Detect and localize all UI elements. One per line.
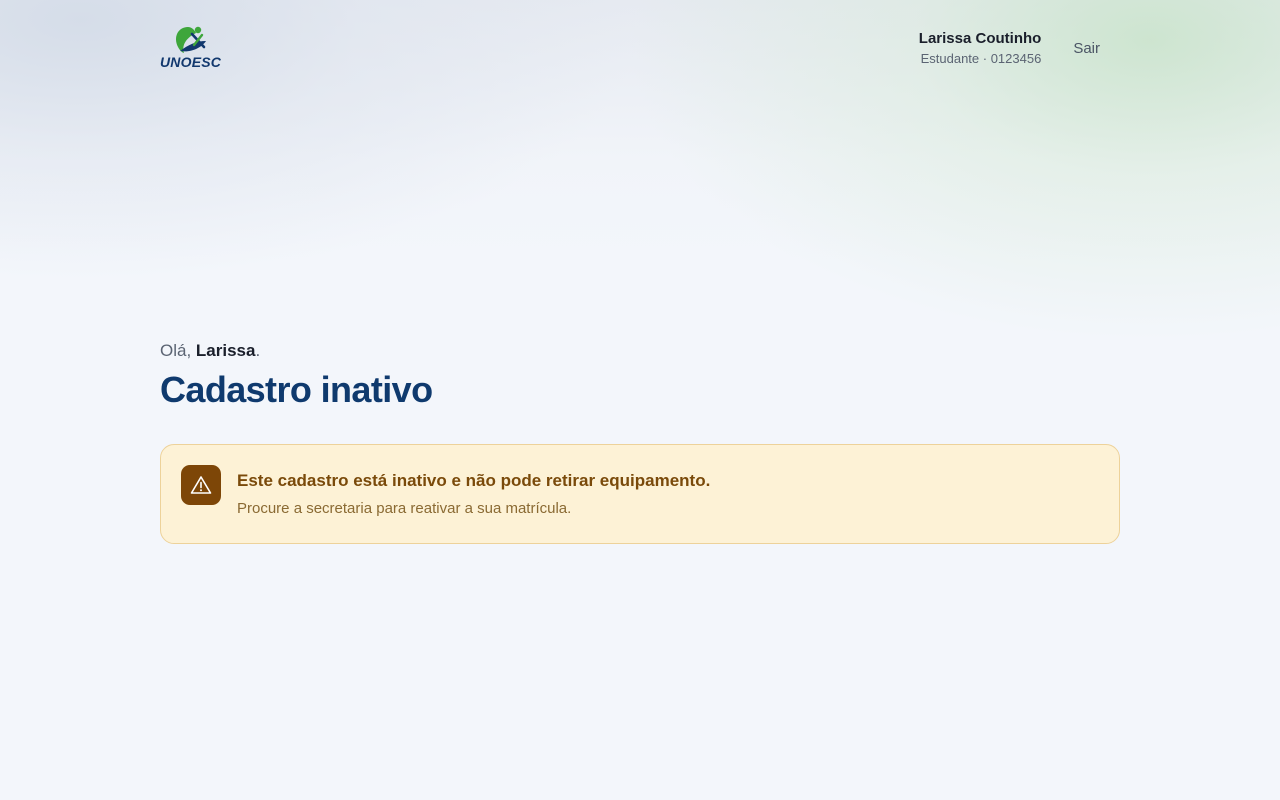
brand-wordmark: UNOESC — [160, 54, 222, 70]
warning-triangle-icon — [181, 465, 221, 505]
alert-body: Este cadastro está inativo e não pode re… — [237, 465, 710, 519]
user-name: Larissa Coutinho — [918, 29, 1042, 47]
page-container: UNOESC Larissa Coutinho Estudante · 0123… — [160, 0, 1120, 544]
top-header: UNOESC Larissa Coutinho Estudante · 0123… — [160, 0, 1120, 96]
greeting: Olá, Larissa. — [160, 340, 1120, 362]
user-area: Larissa Coutinho Estudante · 0123456 Sai… — [919, 29, 1100, 68]
page-title: Cadastro inativo — [160, 369, 433, 410]
brand-logo[interactable]: UNOESC — [160, 25, 221, 69]
greeting-suffix: . — [255, 341, 261, 360]
user-role-id: Estudante · 0123456 — [920, 50, 1042, 66]
inactive-alert: Este cadastro está inativo e não pode re… — [160, 444, 1120, 544]
alert-message: Procure a secretaria para reativar a sua… — [237, 500, 572, 517]
user-info: Larissa Coutinho Estudante · 0123456 — [919, 29, 1042, 68]
alert-title: Este cadastro está inativo e não pode re… — [237, 471, 711, 490]
unoesc-emblem-icon — [176, 26, 206, 53]
greeting-name: Larissa — [195, 341, 256, 360]
greeting-prefix: Olá, — [160, 341, 196, 360]
logout-button[interactable]: Sair — [1073, 40, 1100, 57]
